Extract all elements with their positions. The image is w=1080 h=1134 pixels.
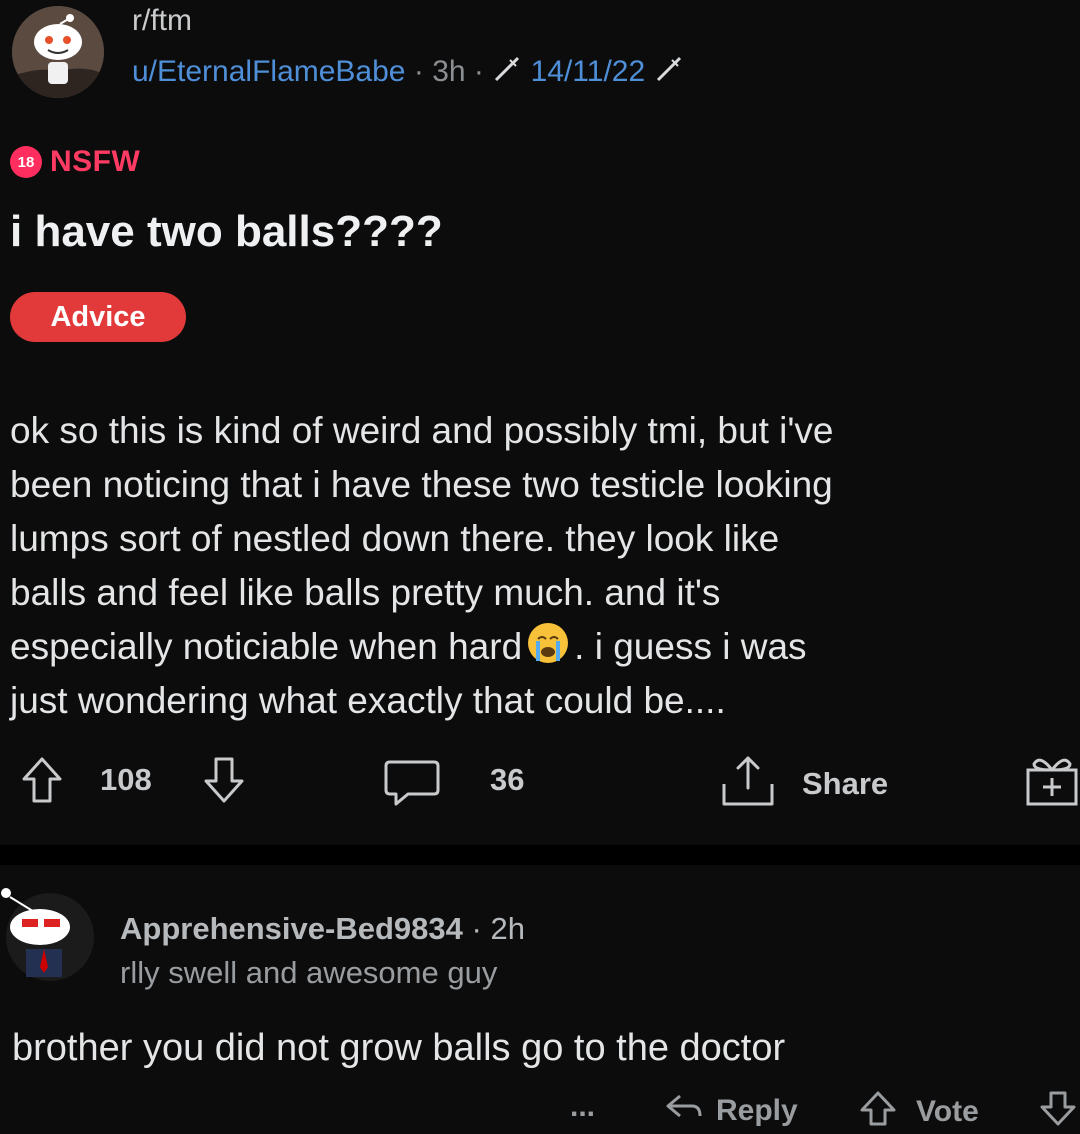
award-icon[interactable] [1024,752,1080,813]
syringe-icon [654,54,684,92]
reply-button[interactable]: Reply [664,1090,798,1132]
nsfw-tag: 18 NSFW [10,145,140,179]
comment-meta: Apprehensive-Bed9834 · 2h [120,911,525,947]
reply-label[interactable]: Reply [716,1094,798,1128]
post-card: r/ftm u/EternalFlameBabe · 3h · 14/11/22… [0,0,1080,845]
section-divider [0,845,1080,865]
nsfw-label: NSFW [50,145,141,178]
post-flair[interactable]: Advice [10,292,186,342]
share-button[interactable]: Share [718,754,888,813]
body-line: lumps sort of nestled down there. they l… [10,518,780,559]
comment-count: 36 [490,762,524,798]
award-button[interactable] [1024,752,1080,813]
vote-label[interactable]: Vote [916,1095,979,1129]
vote-button[interactable]: Vote [858,1090,979,1134]
vote-icon[interactable] [858,1090,898,1134]
post-actions: 108 36 Share [0,750,1080,820]
comment-author[interactable]: Apprehensive-Bed9834 [120,911,463,946]
downvote-button[interactable] [202,755,246,810]
upvote-icon[interactable] [20,755,64,810]
body-line: just wondering what exactly that could b… [10,680,726,721]
share-label[interactable]: Share [802,766,888,802]
post-author[interactable]: u/EternalFlameBabe [132,55,406,88]
syringe-icon [492,54,522,92]
meta-separator: · [471,911,482,946]
body-line: especially noticiable when hard . i guess… [10,620,1070,674]
comment-avatar-icon[interactable] [0,887,94,981]
meta-separator: · [413,54,424,88]
body-line: been noticing that i have these two test… [10,464,833,505]
vote-count: 108 [100,762,152,798]
user-flair: 14/11/22 [530,54,646,88]
post-title[interactable]: i have two balls???? [10,207,443,257]
nsfw-badge: 18 [10,146,42,178]
more-options-label[interactable]: ... [570,1090,595,1124]
post-meta: u/EternalFlameBabe · 3h · 14/11/22 [132,54,684,92]
comment-count-label: 36 [490,762,525,797]
comment-card: Apprehensive-Bed9834 · 2h rlly swell and… [0,865,1080,1128]
comment-icon[interactable] [384,758,440,813]
meta-separator: · [473,54,484,88]
body-line: ok so this is kind of weird and possibly… [10,410,834,451]
downvote-comment-button[interactable] [1040,1090,1076,1134]
comment-actions: ... Reply Vote [0,1090,1080,1130]
comment-age: 2h [490,911,525,946]
reply-icon[interactable] [664,1090,704,1132]
vote-count-label: 108 [100,762,152,797]
share-icon[interactable] [718,754,778,813]
subreddit-name[interactable]: r/ftm [132,4,192,38]
downvote-icon[interactable] [202,755,246,810]
body-text-segment: . i guess i was [574,626,807,667]
comment-user-flair: rlly swell and awesome guy [120,955,498,990]
body-text-segment: especially noticiable when hard [10,626,523,667]
downvote-icon[interactable] [1040,1090,1076,1134]
post-age: 3h [432,54,466,88]
subreddit-avatar-icon[interactable] [12,6,104,98]
post-body: ok so this is kind of weird and possibly… [10,404,1070,728]
body-line: balls and feel like balls pretty much. a… [10,572,721,613]
comments-button[interactable] [384,758,440,813]
upvote-button[interactable] [20,755,64,810]
more-options-button[interactable]: ... [570,1090,595,1124]
comment-body: brother you did not grow balls go to the… [12,1027,786,1069]
crying-face-icon [526,621,570,665]
